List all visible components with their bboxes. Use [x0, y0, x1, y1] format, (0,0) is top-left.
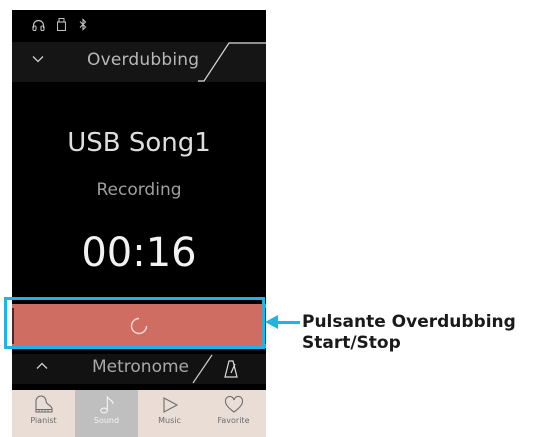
- callout-label: Pulsante Overdubbing Start/Stop: [302, 312, 530, 354]
- mode-title: Overdubbing: [87, 50, 200, 70]
- tab-label: Sound: [93, 416, 120, 425]
- metronome-label: Metronome: [92, 357, 190, 377]
- usb-icon: [56, 16, 67, 35]
- tab-music[interactable]: Music: [138, 390, 201, 437]
- bluetooth-icon: [79, 16, 87, 35]
- callout-line-1: Pulsante Overdubbing: [302, 312, 516, 332]
- tab-label: Music: [158, 416, 181, 425]
- button-highlight-frame: [4, 297, 265, 349]
- tab-pianist[interactable]: Pianist: [12, 390, 75, 437]
- metronome-divider: [192, 354, 218, 388]
- app-screen: Overdubbing USB Song1 Recording 00:16 Me…: [12, 10, 266, 437]
- headphones-icon: [32, 16, 45, 35]
- chevron-up-icon[interactable]: [36, 359, 48, 373]
- callout-line-2: Start/Stop: [302, 333, 401, 353]
- chevron-down-icon[interactable]: [32, 52, 44, 67]
- tab-favorite[interactable]: Favorite: [201, 390, 266, 437]
- tab-label: Favorite: [217, 416, 250, 425]
- piano-icon: [12, 395, 75, 415]
- note-icon: [75, 395, 138, 415]
- song-name: USB Song1: [67, 128, 211, 158]
- tab-sound[interactable]: Sound: [75, 390, 138, 437]
- elapsed-time: 00:16: [81, 230, 197, 276]
- metronome-icon[interactable]: [224, 360, 238, 382]
- callout-line: [276, 321, 300, 324]
- heart-icon: [201, 395, 266, 415]
- status-bar: [12, 10, 266, 40]
- bottom-tab-bar: Pianist Sound Music Favorite: [12, 390, 266, 437]
- play-icon: [138, 395, 201, 415]
- mode-header[interactable]: Overdubbing: [12, 42, 266, 82]
- tab-label: Pianist: [30, 416, 57, 425]
- recording-status: Recording: [96, 180, 182, 200]
- header-divider: [198, 42, 266, 86]
- metronome-bar[interactable]: Metronome: [12, 354, 266, 384]
